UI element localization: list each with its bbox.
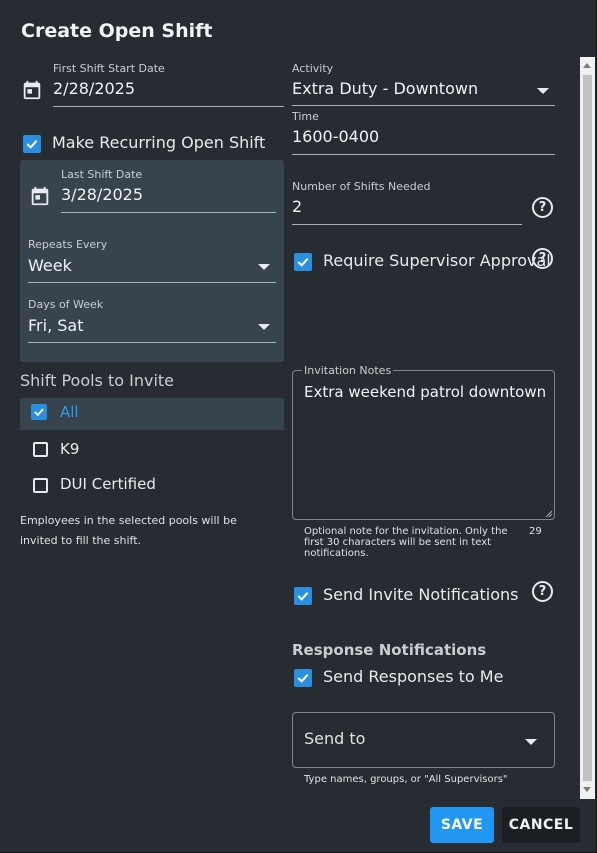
caret-down-icon[interactable] [537, 88, 549, 94]
pool-checkbox-dui[interactable] [33, 478, 48, 493]
notes-char-count: 29 [529, 526, 542, 537]
repeats-label: Repeats Every [28, 238, 108, 251]
check-icon [26, 139, 38, 149]
shifts-needed-underline [292, 224, 522, 225]
create-open-shift-dialog: Create Open Shift First Shift Start Date… [0, 0, 596, 852]
repeats-underline [28, 282, 276, 283]
pool-checkbox-k9[interactable] [33, 442, 48, 457]
last-shift-date-input[interactable]: 3/28/2025 [61, 185, 143, 204]
shifts-needed-label: Number of Shifts Needed [292, 180, 431, 193]
send-to-hint: Type names, groups, or "All Supervisors" [304, 774, 508, 785]
scroll-up-icon[interactable] [583, 63, 591, 68]
check-icon [297, 673, 309, 683]
recurring-checkbox[interactable] [23, 135, 41, 153]
caret-down-icon[interactable] [258, 264, 270, 270]
pools-help-text: Employees in the selected pools will be … [20, 514, 237, 547]
cancel-button[interactable]: CANCEL [502, 807, 580, 843]
first-shift-label: First Shift Start Date [53, 62, 165, 75]
response-title: Response Notifications [292, 641, 487, 659]
notes-hint: Optional note for the invitation. Only t… [304, 526, 508, 559]
activity-underline [292, 105, 555, 106]
notes-value[interactable]: Extra weekend patrol downtown [304, 383, 546, 401]
save-button[interactable]: SAVE [430, 807, 494, 843]
pool-checkbox-all[interactable] [31, 404, 47, 420]
check-icon [297, 257, 309, 267]
help-icon[interactable]: ? [532, 248, 553, 269]
send-invites-checkbox[interactable] [294, 587, 312, 605]
pool-label-dui[interactable]: DUI Certified [60, 475, 156, 493]
repeats-select[interactable]: Week [28, 256, 72, 275]
help-icon[interactable]: ? [532, 197, 553, 218]
activity-select[interactable]: Extra Duty - Downtown [292, 79, 478, 98]
days-underline [28, 342, 276, 343]
last-shift-label: Last Shift Date [61, 168, 143, 181]
supervisor-approval-label[interactable]: Require Supervisor Approval [323, 251, 551, 270]
scrollbar-thumb[interactable] [583, 75, 592, 781]
last-shift-underline [61, 212, 276, 213]
caret-down-icon[interactable] [258, 324, 270, 330]
caret-down-icon[interactable] [525, 739, 537, 745]
first-shift-underline [53, 106, 284, 107]
check-icon [297, 591, 309, 601]
calendar-icon[interactable] [29, 184, 51, 208]
resize-handle-icon[interactable] [545, 510, 553, 518]
time-input[interactable]: 1600-0400 [292, 127, 379, 146]
dialog-title: Create Open Shift [21, 20, 213, 42]
pool-label-all[interactable]: All [60, 403, 79, 421]
send-to-placeholder[interactable]: Send to [304, 729, 365, 748]
days-select[interactable]: Fri, Sat [28, 316, 83, 335]
shifts-needed-input[interactable]: 2 [292, 197, 302, 216]
first-shift-date-input[interactable]: 2/28/2025 [53, 79, 135, 98]
send-to-me-label[interactable]: Send Responses to Me [323, 667, 503, 686]
send-to-me-checkbox[interactable] [294, 669, 312, 687]
days-label: Days of Week [28, 298, 104, 311]
help-icon[interactable]: ? [532, 581, 553, 602]
pool-label-k9[interactable]: K9 [60, 440, 79, 458]
check-icon [34, 408, 44, 417]
scroll-down-icon[interactable] [583, 787, 591, 792]
notes-label: Invitation Notes [302, 364, 394, 377]
calendar-icon[interactable] [21, 78, 43, 102]
recurring-label[interactable]: Make Recurring Open Shift [52, 133, 265, 152]
pools-title: Shift Pools to Invite [20, 371, 175, 390]
time-underline [292, 154, 555, 155]
supervisor-approval-checkbox[interactable] [294, 253, 312, 271]
time-label: Time [292, 110, 319, 123]
send-invites-label[interactable]: Send Invite Notifications [323, 585, 519, 604]
activity-label: Activity [292, 62, 334, 75]
